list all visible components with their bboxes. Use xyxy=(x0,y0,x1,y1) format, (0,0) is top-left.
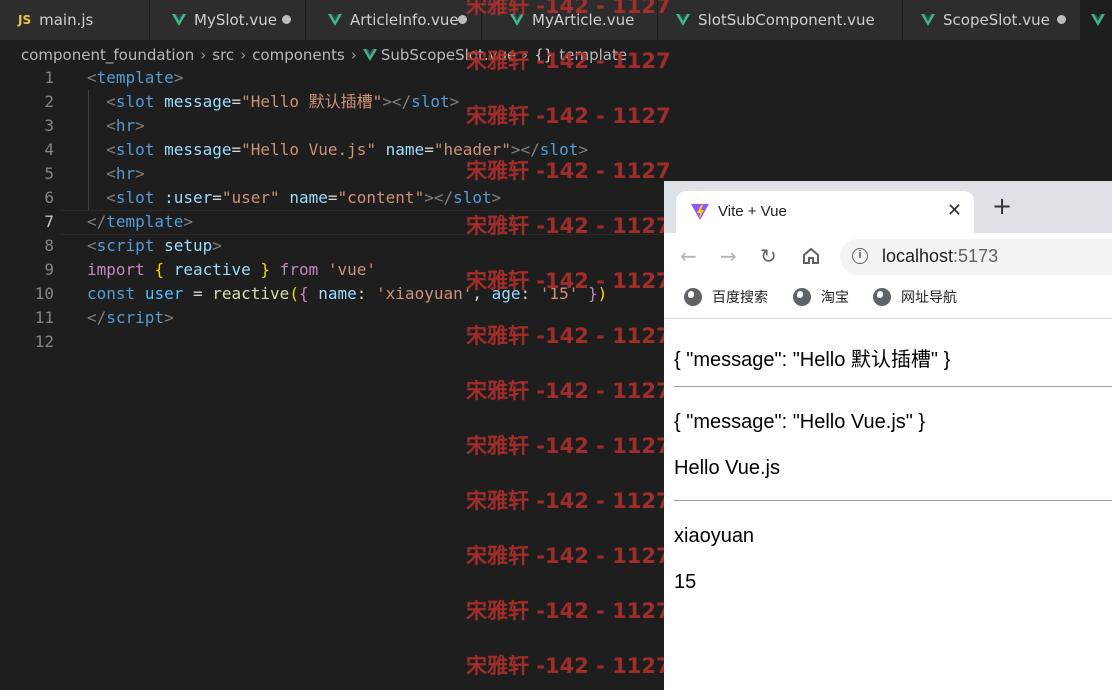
tab-myslot-vue[interactable]: MySlot.vue xyxy=(150,0,306,40)
globe-icon xyxy=(873,288,891,306)
watermark-text: 宋雅轩 -142 - 1127 xyxy=(466,269,671,293)
watermark-text: 宋雅轩 -142 - 1127 xyxy=(466,489,671,513)
slot-header-output: { "message": "Hello Vue.js" } xyxy=(674,411,926,433)
watermark-text: 宋雅轩 -142 - 1127 xyxy=(466,49,671,73)
page-content: { "message": "Hello 默认插槽" } { "message":… xyxy=(664,319,1112,690)
breadcrumb-item[interactable]: component_foundation xyxy=(21,46,194,64)
unsaved-dot-icon xyxy=(1057,15,1066,24)
horizontal-rule xyxy=(674,386,1112,387)
forward-arrow-icon[interactable]: → xyxy=(720,245,737,267)
vite-logo-icon xyxy=(691,204,709,220)
browser-tab-strip: Vite + Vue ✕ + xyxy=(664,181,1112,233)
watermark-text: 宋雅轩 -142 - 1127 xyxy=(466,104,671,128)
watermark-text: 宋雅轩 -142 - 1127 xyxy=(466,159,671,183)
vue-file-icon xyxy=(921,14,935,26)
browser-tab-title: Vite + Vue xyxy=(718,203,787,220)
tab-label: main.js xyxy=(39,11,94,29)
vue-file-icon xyxy=(362,49,377,61)
globe-icon xyxy=(684,288,702,306)
watermark-text: 宋雅轩 -142 - 1127 xyxy=(466,654,671,678)
watermark-text: 宋雅轩 -142 - 1127 xyxy=(466,599,671,623)
header-message-text: Hello Vue.js xyxy=(674,457,780,479)
bookmark-item[interactable]: 淘宝 xyxy=(793,287,849,307)
breadcrumb-item[interactable]: src xyxy=(212,46,234,64)
vue-file-icon xyxy=(328,14,342,26)
chevron-right-icon: › xyxy=(200,46,207,64)
tab-scopeslot-vue[interactable]: ScopeSlot.vue xyxy=(903,0,1081,40)
tab-label: ArticleInfo.vue xyxy=(350,11,459,29)
info-icon[interactable]: i xyxy=(852,248,868,264)
tab-articleinfo-vue[interactable]: ArticleInfo.vue xyxy=(306,0,482,40)
home-icon[interactable] xyxy=(801,246,821,266)
tab-slotsubcomponent-vue[interactable]: SlotSubComponent.vue xyxy=(658,0,903,40)
reload-icon[interactable]: ↻ xyxy=(760,245,777,267)
back-arrow-icon[interactable]: ← xyxy=(680,245,697,267)
vue-file-icon xyxy=(172,14,186,26)
slot-default-output: { "message": "Hello 默认插槽" } xyxy=(674,349,951,371)
tab-main-js[interactable]: JS main.js xyxy=(0,0,150,40)
browser-toolbar: ← → ↻ i localhost:5173 xyxy=(664,233,1112,281)
horizontal-rule xyxy=(674,500,1112,501)
watermark-text: 宋雅轩 -142 - 1127 xyxy=(466,379,671,403)
browser-window: Vite + Vue ✕ + ← → ↻ i localhost:5173 百度… xyxy=(664,181,1112,690)
new-tab-icon[interactable]: + xyxy=(992,194,1012,218)
user-age-text: 15 xyxy=(674,571,697,593)
watermark-text: 宋雅轩 -142 - 1127 xyxy=(466,324,671,348)
chevron-right-icon: › xyxy=(240,46,247,64)
tab-label: ScopeSlot.vue xyxy=(943,11,1050,29)
unsaved-dot-icon xyxy=(282,15,291,24)
tab-subscopeslot-vue[interactable] xyxy=(1081,0,1112,40)
tab-label: SlotSubComponent.vue xyxy=(698,11,875,29)
watermark-text: 宋雅轩 -142 - 1127 xyxy=(466,434,671,458)
bookmark-item[interactable]: 网址导航 xyxy=(873,287,957,307)
vue-file-icon xyxy=(676,14,690,26)
globe-icon xyxy=(793,288,811,306)
bookmark-item[interactable]: 百度搜索 xyxy=(684,287,768,307)
chevron-right-icon: › xyxy=(350,46,357,64)
watermark-text: 宋雅轩 -142 - 1127 xyxy=(466,544,671,568)
bookmarks-bar: 百度搜索 淘宝 网址导航 xyxy=(664,281,1112,319)
user-name-text: xiaoyuan xyxy=(674,525,755,547)
url-text: localhost:5173 xyxy=(882,246,999,266)
browser-tab[interactable]: Vite + Vue ✕ xyxy=(676,191,974,233)
watermark-text: 宋雅轩 -142 - 1127 xyxy=(466,214,671,238)
js-file-icon: JS xyxy=(18,13,32,27)
tab-label: MySlot.vue xyxy=(194,11,277,29)
breadcrumb-item[interactable]: components xyxy=(252,46,345,64)
address-bar[interactable]: i localhost:5173 xyxy=(840,239,1112,275)
close-icon[interactable]: ✕ xyxy=(947,200,962,221)
vue-file-icon xyxy=(1091,14,1105,26)
watermark-text: 宋雅轩 -142 - 1127 xyxy=(466,0,671,18)
